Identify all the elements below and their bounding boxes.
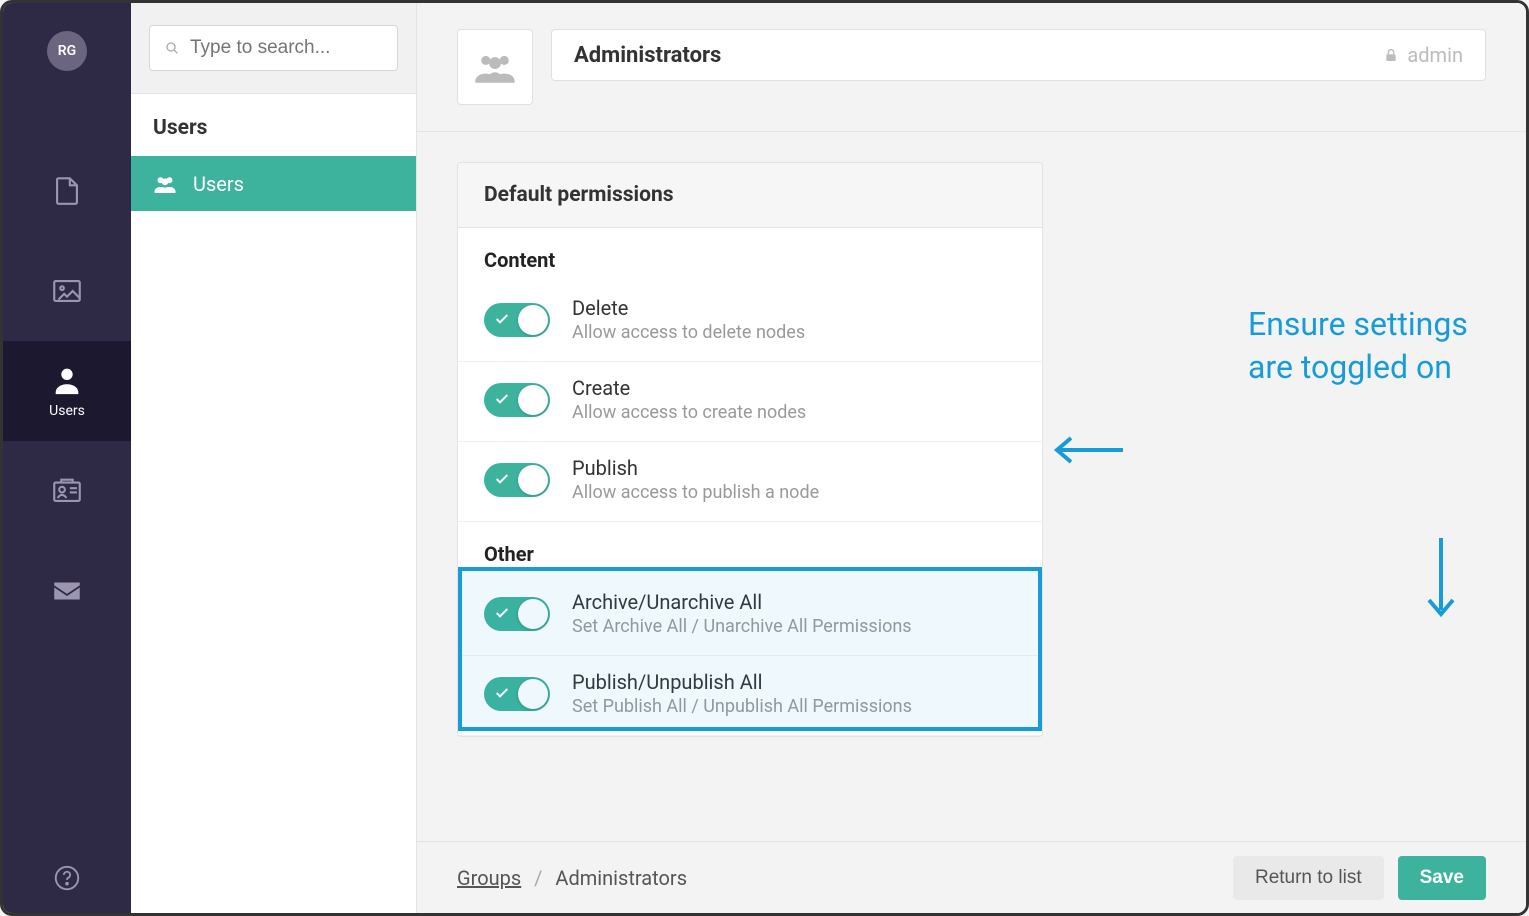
perm-desc: Allow access to delete nodes — [572, 322, 805, 343]
page-title: Administrators — [574, 43, 721, 68]
lock-label: admin — [1407, 43, 1463, 67]
breadcrumb-current: Administrators — [555, 866, 687, 890]
nav-mail[interactable] — [3, 541, 131, 641]
perm-row-publish-all: Publish/Unpublish All Set Publish All / … — [458, 656, 1042, 736]
check-icon — [494, 605, 510, 621]
footer: Groups / Administrators Return to list S… — [417, 841, 1526, 913]
perm-name: Create — [572, 376, 806, 400]
toggle-create[interactable] — [484, 383, 550, 417]
help-icon — [52, 863, 82, 893]
toggle-publish[interactable] — [484, 463, 550, 497]
check-icon — [494, 685, 510, 701]
breadcrumb-sep: / — [534, 866, 542, 890]
toggle-delete[interactable] — [484, 303, 550, 337]
nav-media[interactable] — [3, 241, 131, 341]
search-input[interactable] — [190, 37, 383, 59]
return-button[interactable]: Return to list — [1233, 856, 1384, 900]
permissions-panel-title: Default permissions — [458, 163, 1042, 228]
nav-contacts[interactable] — [3, 441, 131, 541]
image-icon — [50, 274, 84, 308]
breadcrumb: Groups / Administrators — [457, 866, 687, 890]
nav-help[interactable] — [3, 863, 131, 893]
check-icon — [494, 471, 510, 487]
annotation-label: Ensure settings are toggled on — [1248, 305, 1468, 386]
perm-name: Publish/Unpublish All — [572, 670, 912, 694]
perm-desc: Set Publish All / Unpublish All Permissi… — [572, 696, 912, 717]
user-icon — [50, 363, 84, 397]
section-content-title: Content — [458, 228, 1042, 282]
sidebar-item-label: Users — [193, 172, 244, 196]
nav-documents[interactable] — [3, 141, 131, 241]
permissions-panel: Default permissions Content Delete Allow… — [457, 162, 1043, 737]
avatar[interactable]: RG — [47, 31, 87, 71]
group-icon-box — [457, 29, 533, 105]
search-area — [131, 3, 416, 94]
nav-users-label: Users — [49, 403, 85, 419]
id-card-icon — [50, 474, 84, 508]
section-other-title: Other — [458, 522, 1042, 576]
lock-icon — [1383, 46, 1399, 64]
annotation-text: Ensure settings are toggled on — [1248, 303, 1498, 389]
sidebar-item-users[interactable]: Users — [131, 156, 416, 211]
save-button[interactable]: Save — [1398, 856, 1486, 900]
header-row: Administrators admin — [417, 3, 1526, 132]
nav-rail: RG Users — [3, 3, 131, 913]
search-icon — [164, 40, 180, 56]
perm-row-publish: Publish Allow access to publish a node — [458, 442, 1042, 522]
perm-row-create: Create Allow access to create nodes — [458, 362, 1042, 442]
perm-name: Archive/Unarchive All — [572, 590, 912, 614]
check-icon — [494, 391, 510, 407]
mail-icon — [50, 574, 84, 608]
annotation-arrow-down — [1426, 538, 1456, 618]
nav-users[interactable]: Users — [3, 341, 131, 441]
perm-name: Delete — [572, 296, 805, 320]
perm-name: Publish — [572, 456, 819, 480]
annotation-arrow-left — [1053, 435, 1123, 465]
scroll-area: Default permissions Content Delete Allow… — [417, 132, 1526, 841]
title-lock: admin — [1383, 43, 1463, 67]
search-box[interactable] — [149, 25, 398, 71]
perm-desc: Allow access to create nodes — [572, 402, 806, 423]
perm-row-delete: Delete Allow access to delete nodes — [458, 282, 1042, 362]
main-area: Administrators admin Default permissions… — [417, 3, 1526, 913]
list-panel: Users Users — [131, 3, 417, 913]
toggle-publish-all[interactable] — [484, 677, 550, 711]
group-icon — [474, 50, 516, 84]
check-icon — [494, 311, 510, 327]
users-group-icon — [153, 174, 177, 194]
breadcrumb-groups[interactable]: Groups — [457, 866, 521, 890]
document-icon — [50, 174, 84, 208]
perm-desc: Allow access to publish a node — [572, 482, 819, 503]
perm-row-archive: Archive/Unarchive All Set Archive All / … — [458, 576, 1042, 656]
toggle-archive[interactable] — [484, 597, 550, 631]
list-header: Users — [131, 94, 416, 156]
title-bar[interactable]: Administrators admin — [551, 29, 1486, 81]
perm-desc: Set Archive All / Unarchive All Permissi… — [572, 616, 912, 637]
